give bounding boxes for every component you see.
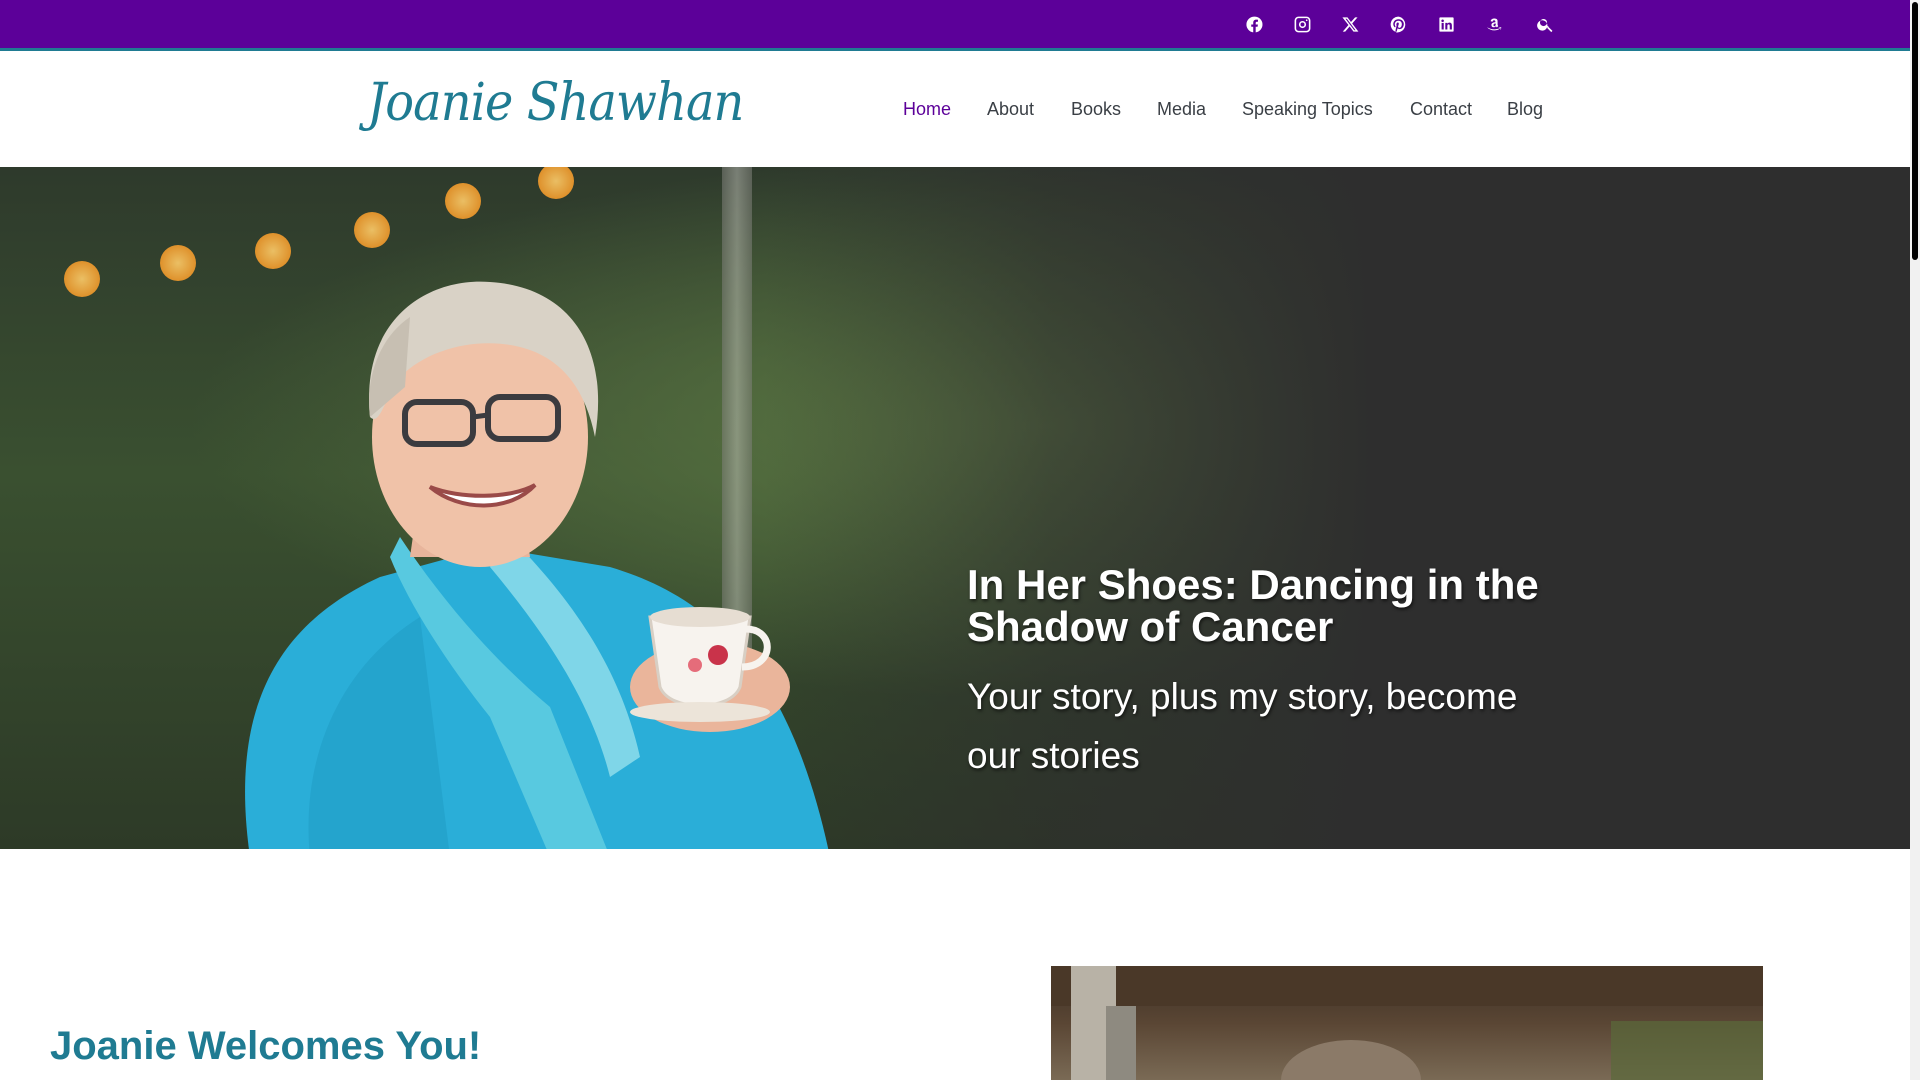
page-scrollbar[interactable] [1910, 0, 1920, 1080]
page: Joanie Shawhan Home About Books Media Sp… [0, 0, 1920, 1080]
welcome-heading: Joanie Welcomes You! [50, 1024, 482, 1068]
instagram-icon[interactable] [1287, 0, 1317, 48]
bokeh-light [64, 261, 100, 297]
hero-title: In Her Shoes: Dancing in the Shadow of C… [967, 561, 1539, 650]
x-twitter-icon[interactable] [1335, 0, 1365, 48]
nav-home[interactable]: Home [903, 99, 951, 120]
bokeh-light [538, 167, 574, 199]
nav-books[interactable]: Books [1071, 99, 1121, 120]
hero-subtitle: Your story, plus my story, become our st… [967, 676, 1518, 776]
nav-speaking-topics[interactable]: Speaking Topics [1242, 99, 1373, 120]
site-header: Joanie Shawhan Home About Books Media Sp… [0, 51, 1910, 167]
nav-about[interactable]: About [987, 99, 1034, 120]
bokeh-light [445, 183, 481, 219]
nav-blog[interactable]: Blog [1507, 99, 1543, 120]
hero-portrait-image [245, 281, 829, 849]
nav-media[interactable]: Media [1157, 99, 1206, 120]
amazon-icon[interactable] [1479, 0, 1509, 48]
scrollbar-thumb[interactable] [1912, 2, 1918, 260]
nav-contact[interactable]: Contact [1410, 99, 1472, 120]
hero-banner: In Her Shoes: Dancing in the Shadow of C… [0, 167, 1910, 849]
site-logo[interactable]: Joanie Shawhan [367, 73, 744, 133]
linkedin-icon[interactable] [1431, 0, 1461, 48]
facebook-icon[interactable] [1239, 0, 1269, 48]
search-icon[interactable] [1530, 0, 1560, 48]
pinterest-icon[interactable] [1383, 0, 1413, 48]
welcome-photo [1051, 966, 1763, 1080]
social-top-bar [0, 0, 1910, 51]
